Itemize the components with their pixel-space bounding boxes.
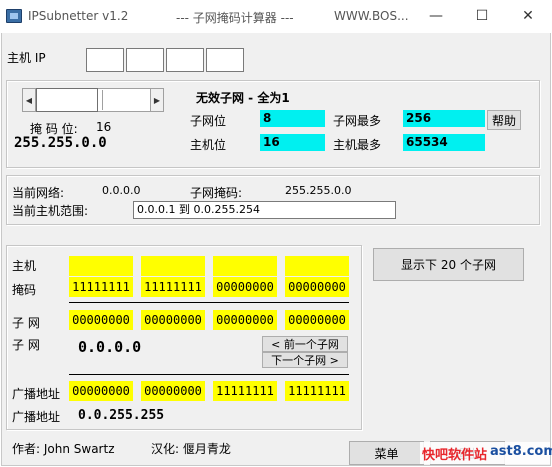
host-range-field[interactable]: 0.0.0.1 到 0.0.255.254 [133, 201, 396, 219]
menu-button[interactable]: 菜单 [349, 441, 424, 465]
subnet-bits-label: 子网位 [190, 114, 227, 128]
ip-octet-1-input[interactable] [86, 48, 124, 72]
host-binary-octet [213, 256, 277, 276]
help-button[interactable]: 帮助 [487, 110, 521, 130]
subnet-mask-value: 255.255.0.0 [285, 184, 352, 197]
window-subtitle: --- 子网掩码计算器 --- [176, 11, 294, 25]
scroll-right-icon[interactable]: ▶ [150, 88, 164, 112]
status-title: 无效子网 - 全为1 [196, 91, 290, 105]
subnet-dotted-label: 子 网 [12, 338, 40, 352]
broadcast-binary-octet: 00000000 [141, 381, 205, 401]
binary-subnet-label: 子 网 [12, 316, 40, 330]
broadcast-dotted-label: 广播地址 [12, 410, 61, 424]
subnet-binary-octet: 00000000 [69, 310, 133, 330]
host-ip-label: 主机 IP [7, 51, 46, 65]
maximize-button[interactable]: ☐ [459, 0, 505, 32]
broadcast-dotted-value: 0.0.255.255 [78, 408, 165, 423]
mask-value: 255.255.0.0 [14, 135, 107, 151]
binary-separator [69, 302, 349, 303]
next-subnet-button[interactable]: 下一个子网 > [262, 352, 348, 368]
max-subnets-value: 256 [403, 110, 485, 127]
ip-octet-4-input[interactable] [206, 48, 244, 72]
app-title: IPSubnetter v1.2 [28, 9, 129, 23]
subnet-binary-octet: 00000000 [285, 310, 349, 330]
mask-binary-octet: 11111111 [69, 277, 133, 297]
mask-binary-octet: 00000000 [285, 277, 349, 297]
max-subnets-label: 子网最多 [333, 114, 382, 128]
author-label: 作者: John Swartz [12, 442, 115, 456]
translator-label: 汉化: 偃月青龙 [151, 442, 231, 456]
title-bar: IPSubnetter v1.2 --- 子网掩码计算器 --- WWW.BOS… [0, 0, 552, 33]
subnet-mask-label: 子网掩码: [190, 186, 243, 200]
binary-mask-label: 掩码 [12, 283, 37, 297]
current-network-value: 0.0.0.0 [102, 184, 141, 197]
watermark-text-domain: ast8.com [490, 444, 552, 459]
ip-octet-2-input[interactable] [126, 48, 164, 72]
scroll-left-icon[interactable]: ◀ [22, 88, 36, 112]
minimize-button[interactable]: — [413, 0, 459, 32]
host-range-label: 当前主机范围: [12, 204, 89, 218]
broadcast-binary-octet: 11111111 [213, 381, 277, 401]
subnet-binary-octet: 00000000 [213, 310, 277, 330]
prev-subnet-button[interactable]: < 前一个子网 [262, 336, 348, 352]
binary-broadcast-label: 广播地址 [12, 387, 61, 401]
subnet-bits-value: 8 [260, 110, 325, 127]
host-binary-octet [285, 256, 349, 276]
mask-binary-octet: 00000000 [213, 277, 277, 297]
host-binary-octet [141, 256, 205, 276]
watermark-text-cn: 快吧软件站 [422, 448, 488, 463]
broadcast-binary-octet: 00000000 [69, 381, 133, 401]
max-hosts-value: 65534 [403, 134, 485, 151]
close-button[interactable]: ✕ [505, 0, 551, 32]
host-binary-octet [69, 256, 133, 276]
binary-separator [69, 374, 349, 375]
ip-octet-3-input[interactable] [166, 48, 204, 72]
max-hosts-label: 主机最多 [333, 138, 382, 152]
scroll-thumb[interactable] [36, 88, 98, 112]
mask-binary-octet: 11111111 [141, 277, 205, 297]
subnet-binary-octet: 00000000 [141, 310, 205, 330]
scroll-divider [102, 90, 103, 110]
host-bits-label: 主机位 [190, 138, 227, 152]
current-network-label: 当前网络: [12, 186, 65, 200]
app-icon [6, 9, 22, 23]
subnet-dotted-value: 0.0.0.0 [78, 338, 142, 356]
broadcast-binary-octet: 11111111 [285, 381, 349, 401]
binary-host-label: 主机 [12, 259, 37, 273]
host-bits-value: 16 [260, 134, 325, 151]
show-next-20-subnets-button[interactable]: 显示下 20 个子网 [373, 248, 524, 281]
window-site: WWW.BOS... [334, 9, 409, 23]
mask-bits-value: 16 [96, 120, 112, 134]
